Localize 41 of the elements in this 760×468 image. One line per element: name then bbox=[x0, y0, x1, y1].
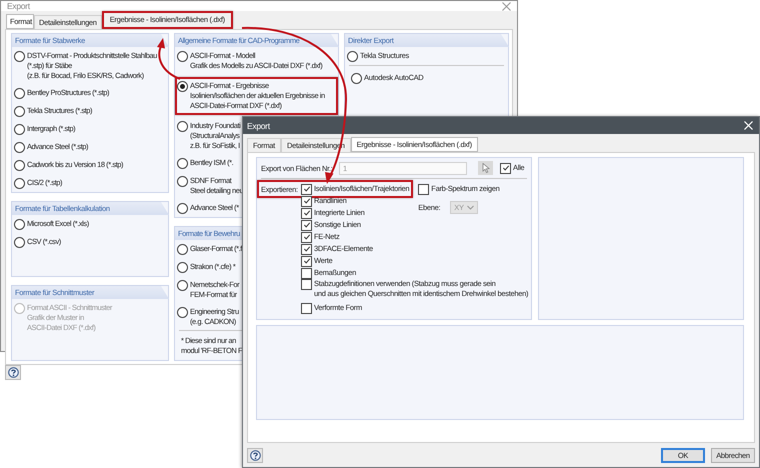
radio-button[interactable] bbox=[177, 176, 188, 187]
checkbox[interactable] bbox=[301, 220, 312, 230]
radio-button[interactable] bbox=[177, 121, 188, 132]
checkbox[interactable] bbox=[301, 268, 312, 278]
checkbox[interactable] bbox=[301, 208, 312, 218]
help-button[interactable] bbox=[5, 365, 21, 380]
radio-button[interactable] bbox=[14, 160, 25, 171]
window-title: Export bbox=[247, 120, 270, 130]
radio-button[interactable] bbox=[14, 142, 25, 153]
radio-button[interactable] bbox=[177, 262, 188, 273]
checkbox[interactable] bbox=[301, 256, 312, 266]
radio-button[interactable] bbox=[14, 124, 25, 135]
radio-button[interactable] bbox=[14, 88, 25, 99]
checkbox[interactable] bbox=[301, 184, 312, 194]
radio-button[interactable] bbox=[177, 158, 188, 169]
radio-button[interactable] bbox=[177, 81, 188, 92]
radio-button[interactable] bbox=[351, 73, 362, 84]
help-icon bbox=[250, 450, 260, 460]
checkbox[interactable] bbox=[301, 303, 312, 314]
radio-button[interactable] bbox=[14, 237, 25, 248]
checkbox[interactable] bbox=[301, 196, 312, 206]
radio-button[interactable] bbox=[14, 51, 25, 62]
pick-button[interactable] bbox=[478, 161, 493, 175]
radio-button[interactable] bbox=[177, 307, 188, 318]
radio-button[interactable] bbox=[177, 51, 188, 62]
radio-button[interactable] bbox=[177, 280, 188, 291]
radio-button[interactable] bbox=[14, 178, 25, 189]
window-title: Export bbox=[7, 1, 30, 11]
radio-button[interactable] bbox=[14, 219, 25, 230]
checkbox[interactable] bbox=[301, 232, 312, 242]
caret-icon bbox=[467, 204, 474, 210]
radio-button[interactable] bbox=[347, 51, 358, 62]
radio-button[interactable] bbox=[177, 244, 188, 255]
checkbox[interactable] bbox=[301, 244, 312, 254]
radio-button[interactable] bbox=[14, 106, 25, 117]
help-button[interactable] bbox=[247, 448, 263, 462]
checkbox[interactable] bbox=[301, 279, 312, 290]
radio-button[interactable] bbox=[177, 203, 188, 214]
help-icon bbox=[8, 367, 18, 378]
checkbox[interactable] bbox=[418, 184, 430, 194]
cursor-icon bbox=[482, 163, 490, 173]
